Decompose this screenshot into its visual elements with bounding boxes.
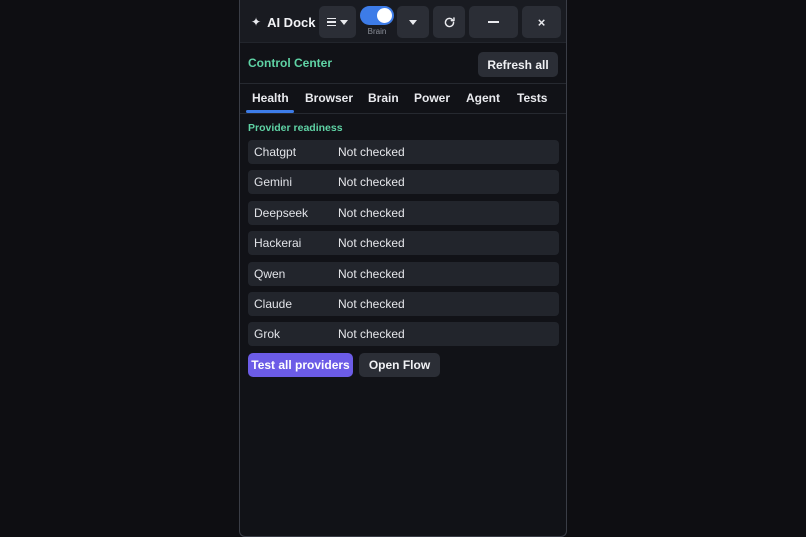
toggle-switch[interactable] [360, 6, 394, 25]
open-flow-button[interactable]: Open Flow [359, 353, 440, 377]
provider-row: Grok Not checked [248, 322, 559, 346]
provider-name: Deepseek [254, 206, 309, 220]
refresh-all-button[interactable]: Refresh all [478, 52, 558, 77]
title-bar: ✦ AI Dock Brain × [240, 0, 566, 43]
provider-name: Grok [254, 327, 281, 341]
tab-bar: Health Browser Brain Power Agent Tests [240, 84, 566, 114]
provider-status: Not checked [338, 175, 405, 189]
minimize-icon [488, 21, 499, 23]
hamburger-icon [327, 17, 336, 27]
chevron-down-icon [340, 19, 348, 25]
tab-brain[interactable]: Brain [368, 91, 399, 105]
tab-tests[interactable]: Tests [517, 91, 547, 105]
provider-row: Chatgpt Not checked [248, 140, 559, 164]
provider-status: Not checked [338, 206, 405, 220]
reload-button[interactable] [433, 6, 465, 38]
section-title: Provider readiness [248, 122, 343, 134]
menu-button[interactable] [319, 6, 356, 38]
app-brand: ✦ AI Dock [251, 13, 315, 31]
chevron-down-icon [409, 19, 417, 25]
provider-status: Not checked [338, 145, 405, 159]
dropdown-button[interactable] [397, 6, 429, 38]
tab-agent[interactable]: Agent [466, 91, 500, 105]
toggle-knob [377, 8, 392, 23]
toggle-label: Brain [367, 27, 387, 36]
provider-name: Qwen [254, 267, 286, 281]
brain-toggle[interactable]: Brain [360, 6, 394, 36]
provider-name: Claude [254, 297, 293, 311]
reload-icon [444, 16, 455, 27]
ai-dock-window: ✦ AI Dock Brain × Control Center Refresh… [239, 0, 567, 537]
provider-status: Not checked [338, 267, 405, 281]
provider-name: Hackerai [254, 236, 302, 250]
provider-row: Gemini Not checked [248, 170, 559, 194]
tab-power[interactable]: Power [414, 91, 450, 105]
active-tab-indicator [246, 110, 294, 113]
provider-status: Not checked [338, 236, 405, 250]
provider-row: Qwen Not checked [248, 262, 559, 286]
provider-row: Deepseek Not checked [248, 201, 559, 225]
provider-status: Not checked [338, 297, 405, 311]
close-icon: × [537, 14, 546, 30]
provider-row: Hackerai Not checked [248, 231, 559, 255]
sparkle-icon: ✦ [251, 15, 262, 29]
provider-name: Gemini [254, 175, 293, 189]
tab-browser[interactable]: Browser [305, 91, 353, 105]
provider-status: Not checked [338, 327, 405, 341]
provider-row: Claude Not checked [248, 292, 559, 316]
page-title: Control Center [248, 56, 332, 70]
close-button[interactable]: × [522, 6, 561, 38]
test-all-providers-button[interactable]: Test all providers [248, 353, 353, 377]
minimize-button[interactable] [469, 6, 518, 38]
provider-name: Chatgpt [254, 145, 297, 159]
tab-health[interactable]: Health [252, 91, 289, 105]
app-title: AI Dock [267, 14, 316, 30]
